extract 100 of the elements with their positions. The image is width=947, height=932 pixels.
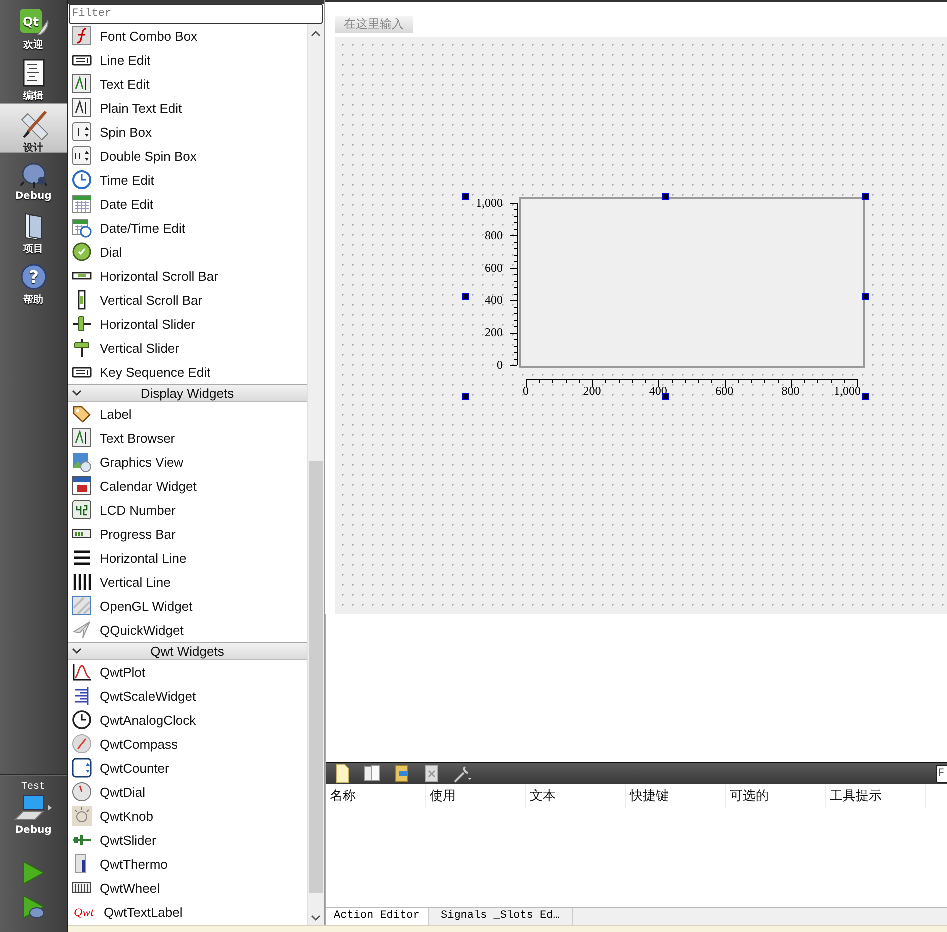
selection-handle[interactable]: [662, 394, 670, 400]
chevron-down-icon: [72, 389, 82, 397]
horizontal-lines-icon: [72, 548, 92, 568]
mode-button[interactable]: 项目: [0, 205, 67, 255]
widget-item[interactable]: Vertical Line: [68, 570, 307, 594]
category-header[interactable]: Qwt Widgets: [68, 642, 307, 660]
widget-item[interactable]: Plain Text Edit: [68, 96, 307, 120]
widget-item[interactable]: Vertical Scroll Bar: [68, 288, 307, 312]
calendar-clock-icon: [72, 218, 92, 238]
wrench-button[interactable]: [453, 764, 473, 784]
widget-item[interactable]: QQuickWidget: [68, 618, 307, 642]
kit-selector[interactable]: Test Debug: [0, 775, 67, 836]
widget-item[interactable]: QwtCounter: [68, 756, 307, 780]
widget-item[interactable]: Text Edit: [68, 72, 307, 96]
chevron-down-icon: [311, 914, 321, 922]
widget-item[interactable]: LCD Number: [68, 498, 307, 522]
knob-icon: [72, 806, 92, 826]
widget-item[interactable]: Double Spin Box: [68, 144, 307, 168]
tag-icon: [72, 404, 92, 424]
widget-item[interactable]: OpenGL Widget: [68, 594, 307, 618]
widget-item[interactable]: QwtDial: [68, 780, 307, 804]
widget-item[interactable]: Calendar Widget: [68, 474, 307, 498]
widget-item[interactable]: QwtAnalogClock: [68, 708, 307, 732]
copy-icon: [363, 764, 383, 784]
column-header[interactable]: 快捷键: [626, 784, 726, 808]
widget-item[interactable]: QwtPlot: [68, 660, 307, 684]
paper-plane-icon: [72, 620, 92, 640]
gauge-icon: [72, 782, 92, 802]
copy-button[interactable]: [363, 764, 383, 784]
mode-button[interactable]: 编辑: [0, 52, 67, 102]
text-edit-icon: [72, 428, 92, 448]
mode-button[interactable]: Qt 欢迎: [0, 1, 67, 51]
spin-box-icon: [72, 146, 92, 166]
chevron-down-icon: [72, 647, 82, 655]
widget-item[interactable]: QwtSlider: [68, 828, 307, 852]
filter-field[interactable]: Filter: [69, 4, 323, 24]
widget-item[interactable]: Label: [68, 402, 307, 426]
category-header[interactable]: Display Widgets: [68, 384, 307, 402]
scrollbar[interactable]: [307, 24, 324, 925]
widget-item[interactable]: Date/Time Edit: [68, 216, 307, 240]
font-icon: [72, 26, 92, 46]
striped-square-icon: [72, 596, 92, 616]
selection-handle[interactable]: [862, 394, 870, 400]
picture-icon: [72, 452, 92, 472]
play-bug-icon: [20, 894, 46, 920]
widget-item[interactable]: Text Browser: [68, 426, 307, 450]
calendar-icon: [72, 194, 92, 214]
column-header[interactable]: 可选的: [726, 784, 826, 808]
selection-handle[interactable]: [462, 394, 470, 400]
widget-item[interactable]: QwtScaleWidget: [68, 684, 307, 708]
widget-item[interactable]: QwtWheel: [68, 876, 307, 900]
selection-handle[interactable]: [462, 294, 470, 300]
widget-item[interactable]: Key Sequence Edit: [68, 360, 307, 384]
mode-button[interactable]: 设计: [0, 103, 67, 153]
curve-chart-icon: [72, 662, 92, 682]
widget-item[interactable]: Horizontal Scroll Bar: [68, 264, 307, 288]
widget-item[interactable]: QwtKnob: [68, 804, 307, 828]
widget-item[interactable]: Spin Box: [68, 120, 307, 144]
widget-item[interactable]: QwtCompass: [68, 732, 307, 756]
compass-icon: [72, 734, 92, 754]
widget-item[interactable]: Date Edit: [68, 192, 307, 216]
column-header[interactable]: 使用: [426, 784, 526, 808]
column-header[interactable]: 工具提示: [826, 784, 926, 808]
widget-item[interactable]: Dial: [68, 240, 307, 264]
widget-item[interactable]: Horizontal Line: [68, 546, 307, 570]
selection-handle[interactable]: [462, 194, 470, 200]
tick-label: 200: [583, 384, 602, 398]
selection-handle[interactable]: [662, 194, 670, 200]
tab[interactable]: Action Editor: [326, 908, 429, 925]
widget-item[interactable]: Horizontal Slider: [68, 312, 307, 336]
column-header[interactable]: 文本: [526, 784, 626, 808]
computer-icon: [14, 795, 54, 823]
clock-icon: [72, 710, 92, 730]
mode-button[interactable]: Debug: [0, 154, 67, 204]
run-button[interactable]: [20, 860, 46, 886]
filter-field[interactable]: F: [936, 764, 947, 782]
vertical-lines-icon: [72, 572, 92, 592]
tick-label: 0: [497, 358, 503, 372]
text-edit-icon: [72, 74, 92, 94]
counter-icon: [72, 758, 92, 778]
widget-item[interactable]: Progress Bar: [68, 522, 307, 546]
widget-item[interactable]: Font Combo Box: [68, 24, 307, 48]
widget-item[interactable]: Time Edit: [68, 168, 307, 192]
lcd-icon: [72, 500, 92, 520]
widget-item[interactable]: Vertical Slider: [68, 336, 307, 360]
widget-item[interactable]: QwtThermo: [68, 852, 307, 876]
selection-handle[interactable]: [862, 294, 870, 300]
selection-handle[interactable]: [862, 194, 870, 200]
widget-item[interactable]: Qwt QwtTextLabel: [68, 900, 307, 924]
tick-label: 0: [523, 384, 529, 398]
widget-item[interactable]: Line Edit: [68, 48, 307, 72]
widget-item[interactable]: Graphics View: [68, 450, 307, 474]
calendar-icon: [72, 476, 92, 496]
scrollbar-thumb[interactable]: [309, 461, 323, 893]
mode-button[interactable]: ? 帮助: [0, 256, 67, 306]
column-header[interactable]: 名称: [326, 784, 426, 808]
debug-run-button[interactable]: [20, 894, 46, 920]
tick-label: 1,000: [476, 196, 503, 210]
tick-label: 800: [782, 384, 800, 398]
spin-box-icon: [72, 122, 92, 142]
